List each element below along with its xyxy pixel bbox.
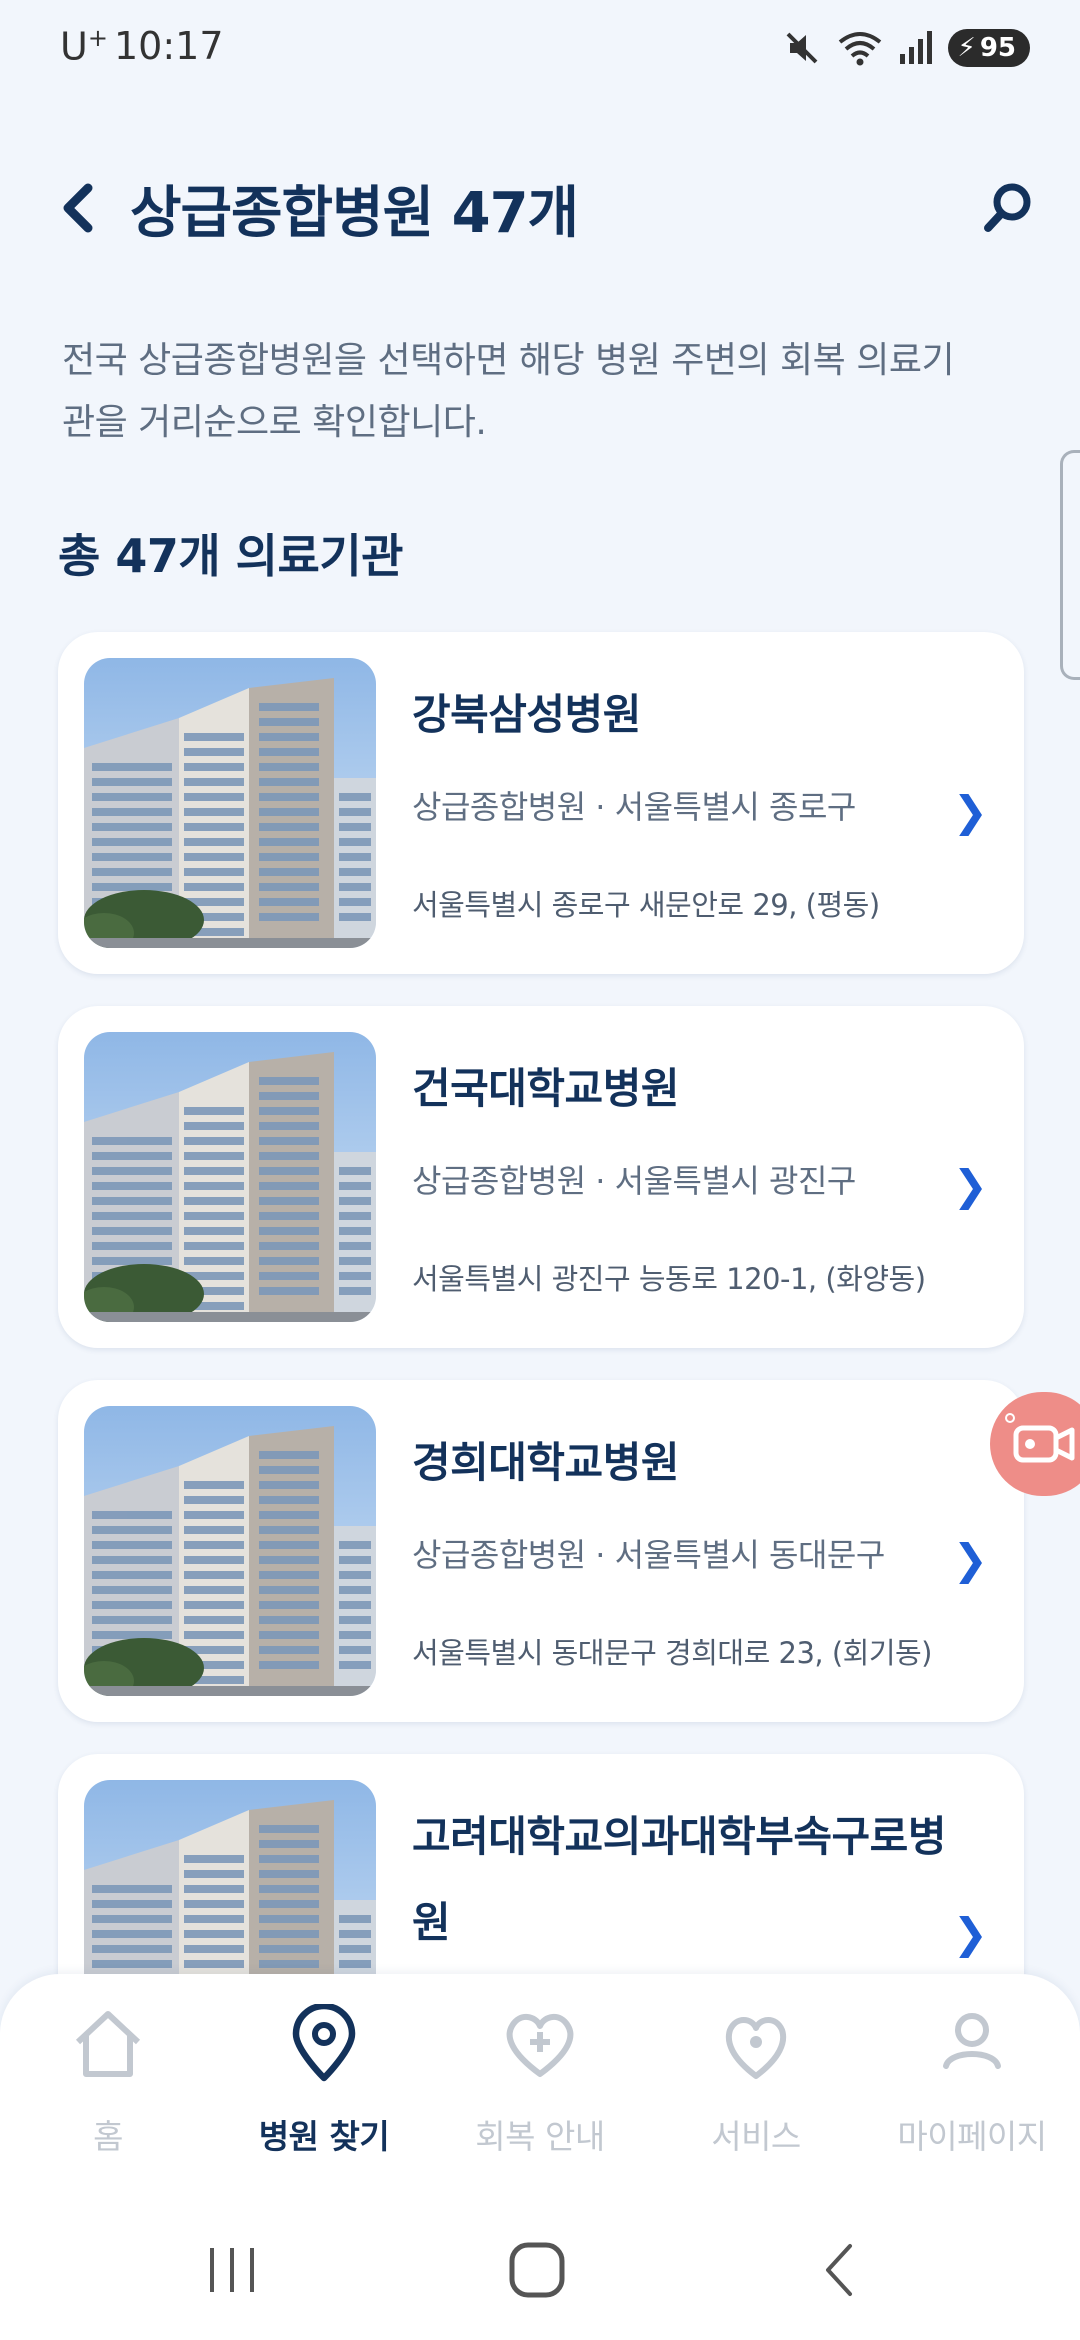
nav-item-hospital-search[interactable]: 병원 찾기 [216,2004,432,2174]
search-icon[interactable] [976,176,1040,240]
nav-label: 서비스 [711,2117,801,2156]
hospital-meta: 상급종합병원 · 서울특별시 광진구 [412,1162,856,1200]
heart-icon [725,2017,787,2079]
hospital-thumbnail [84,658,376,948]
hospital-thumbnail [84,1032,376,1322]
status-time: 10:17 [114,24,224,68]
battery-indicator: ⚡ 95 [947,29,1030,67]
home-button-icon[interactable] [505,2240,569,2300]
hospital-address: 서울특별시 동대문구 경희대로 23, (회기동) [412,1636,933,1670]
battery-level: 95 [979,33,1016,63]
status-icons: ⚡ 95 [782,28,1030,68]
wifi-icon [838,32,881,66]
chevron-right-icon: ❯ [952,787,988,836]
result-count-heading: 총 47개 의료기관 [58,529,403,583]
nav-label: 회복 안내 [475,2117,605,2156]
side-panel-handle[interactable] [1060,450,1080,680]
hospital-card[interactable]: 강북삼성병원 상급종합병원 · 서울특별시 종로구 서울특별시 종로구 새문안로… [58,632,1024,974]
hospital-name: 건국대학교병원 [412,1064,679,1113]
heart-plus-icon [506,2014,574,2077]
nav-label: 병원 찾기 [258,2117,390,2156]
page-title: 상급종합병원 47개 [130,181,579,246]
nav-item-home[interactable]: 홈 [0,2004,216,2174]
floating-video-button[interactable] [990,1392,1080,1496]
home-icon [75,2011,141,2077]
back-icon[interactable] [50,178,110,238]
status-bar: U+ 10:17 ⚡ 95 [0,0,1080,100]
charging-icon: ⚡ [957,33,976,63]
chevron-right-icon: ❯ [952,1535,988,1584]
hospital-name: 고려대학교의과대학부속구로병원 [412,1812,946,1947]
hospital-name: 강북삼성병원 [412,690,641,739]
location-pin-icon [292,2004,356,2082]
nav-item-service[interactable]: 서비스 [648,2004,864,2174]
nav-item-my-page[interactable]: 마이페이지 [864,2004,1080,2174]
user-icon [943,2013,1001,2069]
hospital-thumbnail [84,1406,376,1696]
hospital-address: 서울특별시 광진구 능동로 120-1, (화양동) [412,1262,926,1296]
hospital-list: 강북삼성병원 상급종합병원 · 서울특별시 종로구 서울특별시 종로구 새문안로… [58,632,1024,2128]
screen: U+ 10:17 ⚡ 95 상급종합병원 47개 전국 상급종합병원을 선택하면… [0,0,1080,2340]
chevron-right-icon: ❯ [952,1909,988,1958]
hospital-meta: 상급종합병원 · 서울특별시 종로구 [412,788,856,826]
hospital-card[interactable]: 건국대학교병원 상급종합병원 · 서울특별시 광진구 서울특별시 광진구 능동로… [58,1006,1024,1348]
signal-icon [899,31,932,64]
header: 상급종합병원 47개 [0,160,1080,250]
system-navigation-bar [0,2220,1080,2320]
video-camera-icon [1005,1413,1075,1463]
nav-item-recovery-guide[interactable]: 회복 안내 [432,2004,648,2174]
page-description: 전국 상급종합병원을 선택하면 해당 병원 주변의 회복 의료기관을 거리순으로… [62,340,955,443]
system-back-icon[interactable] [810,2240,874,2300]
hospital-name: 경희대학교병원 [412,1438,679,1487]
nav-label: 홈 [93,2117,123,2156]
chevron-right-icon: ❯ [952,1161,988,1210]
hospital-meta: 상급종합병원 · 서울특별시 동대문구 [412,1536,885,1574]
mute-icon [786,32,817,64]
carrier-label: U+ [60,24,108,69]
nav-label: 마이페이지 [897,2117,1047,2156]
hospital-card[interactable]: 경희대학교병원 상급종합병원 · 서울특별시 동대문구 서울특별시 동대문구 경… [58,1380,1024,1722]
recent-apps-icon[interactable] [200,2240,264,2300]
hospital-address: 서울특별시 종로구 새문안로 29, (평동) [412,888,880,922]
